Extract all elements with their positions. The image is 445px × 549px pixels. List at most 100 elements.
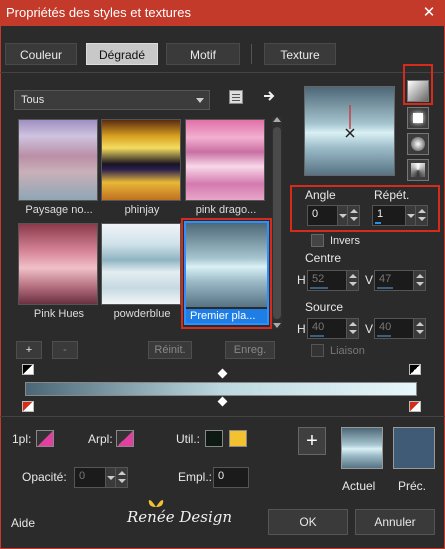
- remove-gradient-button[interactable]: -: [52, 341, 78, 359]
- scroll-down-icon[interactable]: [273, 323, 281, 328]
- divider: [0, 72, 445, 73]
- window-titlebar: Propriétés des styles et textures: [0, 0, 445, 26]
- fg-stop-marker-icon[interactable]: [22, 364, 34, 375]
- opacity-stepper-icon[interactable]: [115, 468, 127, 487]
- butterfly-icon: [148, 499, 164, 507]
- source-v-spinner[interactable]: 40: [374, 318, 426, 339]
- scroll-thumb[interactable]: [273, 127, 281, 319]
- link-checkbox[interactable]: [311, 344, 324, 357]
- repeat-spinner[interactable]: 1: [372, 205, 428, 226]
- library-icon[interactable]: [229, 90, 243, 104]
- center-h-value: 52: [312, 273, 325, 285]
- gradient-list-scrollbar[interactable]: [272, 117, 282, 329]
- gradient-label: pink drago...: [195, 204, 257, 216]
- gradient-label: phinjay: [124, 204, 160, 216]
- gradient-thumb[interactable]: pink drago...: [185, 119, 267, 216]
- rectangular-style-icon[interactable]: [407, 107, 429, 129]
- opacity-value: 0: [79, 470, 86, 482]
- add-gradient-button[interactable]: +: [16, 341, 42, 359]
- angle-label: Angle: [305, 188, 336, 202]
- bg-stop-marker-icon[interactable]: [409, 401, 421, 412]
- source-label: Source: [305, 300, 344, 314]
- reset-button[interactable]: Réinit.: [148, 341, 192, 359]
- cancel-button[interactable]: Annuler: [355, 509, 435, 535]
- gradient-swatch: [186, 223, 267, 307]
- user-color-swatch[interactable]: [205, 430, 223, 447]
- window-title: Propriétés des styles et textures: [6, 5, 191, 20]
- repeat-stepper-icon[interactable]: [415, 206, 427, 225]
- source-h-level-bar: [310, 335, 324, 337]
- gradient-label: Premier pla...: [186, 309, 267, 323]
- invert-label: Invers: [330, 235, 360, 247]
- fg-label: 1pl:: [12, 432, 32, 446]
- tab-motif[interactable]: Motif: [166, 43, 240, 65]
- add-to-swatches-button[interactable]: +: [298, 427, 326, 455]
- user-color-swatch[interactable]: [229, 430, 247, 447]
- watermark: Renée Design: [127, 508, 233, 526]
- tab-texture[interactable]: Texture: [264, 43, 336, 65]
- save-gradient-button[interactable]: Enreg.: [225, 341, 275, 359]
- gradient-label: powderblue: [113, 308, 171, 320]
- center-h-stepper-icon[interactable]: [346, 271, 358, 290]
- angle-stepper-icon[interactable]: [347, 206, 359, 225]
- divider: [0, 416, 445, 417]
- gradient-label: Paysage no...: [25, 204, 93, 216]
- previous-color-swatch[interactable]: [393, 427, 435, 469]
- arrow-right-icon[interactable]: [262, 89, 276, 103]
- source-h-spinner[interactable]: 40: [307, 318, 359, 339]
- center-v-label: V: [365, 273, 374, 287]
- location-input[interactable]: 0: [213, 467, 249, 488]
- gradient-thumb[interactable]: Pink Hues: [18, 223, 100, 320]
- gradient-thumb[interactable]: powderblue: [101, 223, 183, 320]
- angle-spinner[interactable]: 0: [307, 205, 360, 226]
- repeat-value: 1: [377, 208, 384, 220]
- source-h-label: H: [297, 322, 306, 336]
- invert-checkbox[interactable]: [311, 234, 324, 247]
- center-h-spinner[interactable]: 52: [307, 270, 359, 291]
- sunburst-style-icon[interactable]: [407, 133, 429, 155]
- opacity-dropdown-icon[interactable]: [105, 468, 115, 487]
- help-link[interactable]: Aide: [11, 516, 35, 530]
- location-label: Empl.:: [178, 470, 213, 484]
- category-dropdown-value: Tous: [21, 94, 45, 106]
- gradient-editor-bar[interactable]: [25, 382, 417, 396]
- radial-style-icon[interactable]: [407, 159, 429, 181]
- source-v-value: 40: [379, 321, 392, 333]
- center-v-stepper-icon[interactable]: [413, 271, 425, 290]
- source-h-stepper-icon[interactable]: [346, 319, 358, 338]
- current-gradient-swatch: [341, 427, 383, 469]
- bg-stop-swatch[interactable]: [116, 430, 134, 447]
- category-dropdown[interactable]: Tous: [14, 90, 210, 110]
- center-v-spinner[interactable]: 47: [374, 270, 426, 291]
- user-label: Util.:: [176, 432, 200, 446]
- source-v-level-bar: [377, 335, 391, 337]
- bg-stop-marker-icon[interactable]: [22, 401, 34, 412]
- opacity-spinner[interactable]: 0: [74, 467, 128, 488]
- center-h-level-bar: [310, 287, 328, 289]
- repeat-dropdown-icon[interactable]: [405, 206, 415, 225]
- opacity-label: Opacité:: [22, 470, 67, 484]
- gradient-swatch: [18, 119, 98, 201]
- gradient-swatch: [18, 223, 98, 305]
- source-h-value: 40: [312, 321, 325, 333]
- angle-value: 0: [312, 208, 319, 220]
- chevron-down-icon: [196, 98, 204, 103]
- tab-degrade[interactable]: Dégradé: [86, 43, 158, 65]
- angle-handle-icon[interactable]: [343, 105, 357, 139]
- gradient-thumb[interactable]: Paysage no...: [18, 119, 100, 216]
- tab-couleur[interactable]: Couleur: [5, 43, 77, 65]
- repeat-level-bar: [375, 222, 381, 224]
- source-v-label: V: [365, 322, 374, 336]
- fg-stop-marker-icon[interactable]: [409, 364, 421, 375]
- center-h-label: H: [297, 273, 306, 287]
- fg-stop-swatch[interactable]: [36, 430, 54, 447]
- gradient-preview[interactable]: [304, 86, 395, 176]
- gradient-thumb[interactable]: phinjay: [101, 119, 183, 216]
- source-v-stepper-icon[interactable]: [413, 319, 425, 338]
- bg-label: Arpl:: [88, 432, 113, 446]
- ok-button[interactable]: OK: [268, 509, 348, 535]
- close-icon[interactable]: ✕: [419, 3, 439, 23]
- linear-style-icon[interactable]: [407, 80, 429, 102]
- scroll-up-icon[interactable]: [273, 117, 281, 122]
- angle-dropdown-icon[interactable]: [337, 206, 347, 225]
